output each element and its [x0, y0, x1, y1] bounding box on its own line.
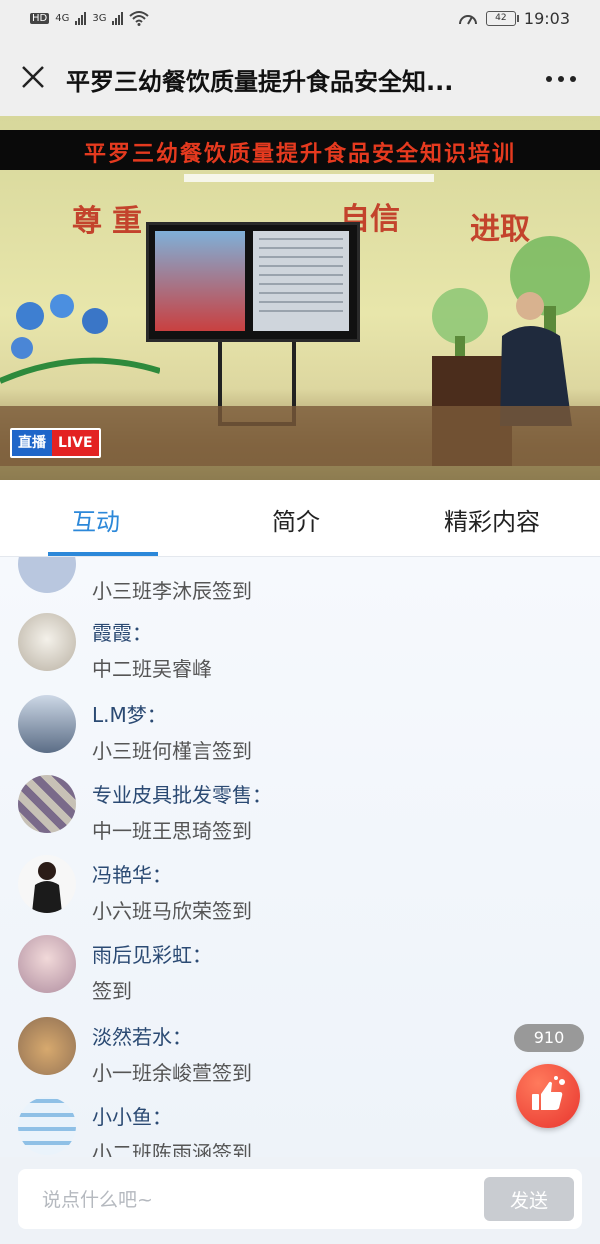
avatar [18, 1097, 76, 1155]
signal-icon [75, 11, 87, 25]
avatar [18, 1017, 76, 1075]
ceiling-light [184, 174, 434, 182]
page-header: 平罗三幼餐饮质量提升食品安全知... [0, 40, 600, 116]
send-button[interactable]: 发送 [484, 1177, 574, 1221]
wifi-icon [129, 11, 150, 26]
message-author: 淡然若水： [92, 1025, 192, 1049]
message-text: 小一班余峻萱签到 [92, 1061, 252, 1085]
status-left: HD 4G 3G [30, 10, 150, 26]
live-badge-en: LIVE [52, 430, 99, 456]
like-count-badge: 910 [514, 1024, 584, 1052]
signal-icon-2 [112, 11, 124, 25]
like-button[interactable] [516, 1064, 580, 1128]
chat-message: 冯艳华： 小六班马欣荣签到 [18, 855, 498, 925]
status-bar: HD 4G 3G 42 19:03 [0, 0, 600, 40]
presentation-screen [146, 222, 360, 342]
message-author: 雨后见彩虹： [92, 943, 212, 967]
clock: 19:03 [523, 9, 570, 28]
chat-message: 霞霞： 中二班吴睿峰 [18, 613, 498, 683]
hd-indicator: HD [30, 12, 50, 24]
avatar [18, 935, 76, 993]
tab-interaction[interactable]: 互动 [72, 502, 120, 537]
message-author: L.M梦： [92, 703, 167, 727]
message-text: 签到 [92, 979, 132, 1003]
wall-flowers [0, 294, 160, 384]
speedometer-icon [458, 14, 477, 24]
live-badge-zh: 直播 [12, 430, 52, 456]
chat-message: 小小鱼： 小二班陈雨涵签到 [18, 1097, 498, 1157]
live-badge: 直播 LIVE [10, 428, 101, 458]
message-text: 中二班吴睿峰 [92, 657, 212, 681]
thumbs-up-icon [532, 1076, 565, 1110]
live-video-player[interactable]: 平罗三幼餐饮质量提升食品安全知识培训 尊 重 自信 进取 直播 LIVE [0, 116, 600, 480]
message-author: 冯艳华： [92, 863, 172, 887]
message-text: 小三班李沐辰签到 [92, 579, 252, 603]
screen-text [253, 231, 349, 331]
video-banner-text: 平罗三幼餐饮质量提升食品安全知识培训 [83, 141, 516, 167]
tab-bar: 互动 简介 精彩内容 [0, 480, 600, 557]
message-author: 专业皮具批发零售： [92, 783, 272, 807]
speaker-figure [500, 292, 572, 426]
tab-introduction[interactable]: 简介 [272, 502, 320, 537]
message-author: 霞霞： [92, 621, 152, 645]
chat-message: L.M梦： 小三班何槿言签到 [18, 695, 498, 765]
video-scene: 平罗三幼餐饮质量提升食品安全知识培训 尊 重 自信 进取 [0, 116, 600, 480]
net-label-1: 4G [55, 12, 70, 24]
chat-list[interactable]: 小三班李沐辰签到 霞霞： 中二班吴睿峰 L.M梦： 小三班何槿言签到 专业皮具批… [0, 557, 600, 1157]
more-dots-icon[interactable] [546, 76, 576, 82]
avatar [18, 613, 76, 671]
message-text: 小二班陈雨涵签到 [92, 1141, 252, 1157]
battery-icon: 42 [485, 11, 519, 26]
avatar [18, 557, 76, 593]
screen-image [155, 231, 245, 331]
message-text: 中一班王思琦签到 [92, 819, 252, 843]
wall-char-2: 重 [112, 204, 142, 239]
page-title: 平罗三幼餐饮质量提升食品安全知... [66, 68, 454, 96]
chat-message: 雨后见彩虹： 签到 [18, 935, 498, 1005]
comment-input-wrapper: 发送 [18, 1169, 582, 1229]
message-text: 小六班马欣荣签到 [92, 899, 252, 923]
net-label-2: 3G [92, 12, 107, 24]
message-author: 小小鱼： [92, 1105, 172, 1129]
avatar [18, 855, 76, 913]
wall-char-1: 尊 [72, 204, 102, 239]
avatar [18, 695, 76, 753]
comment-input[interactable] [40, 1183, 464, 1217]
status-right: 42 19:03 [458, 9, 570, 28]
close-icon[interactable] [18, 62, 48, 92]
chat-message: 淡然若水： 小一班余峻萱签到 [18, 1017, 498, 1087]
tab-active-indicator [48, 552, 158, 556]
avatar-figure [32, 862, 62, 913]
comment-bar: 发送 [0, 1157, 600, 1244]
chat-message: 专业皮具批发零售： 中一班王思琦签到 [18, 775, 498, 845]
chat-message: 小三班李沐辰签到 [18, 557, 498, 605]
message-text: 小三班何槿言签到 [92, 739, 252, 763]
tab-highlights[interactable]: 精彩内容 [444, 502, 540, 537]
avatar [18, 775, 76, 833]
